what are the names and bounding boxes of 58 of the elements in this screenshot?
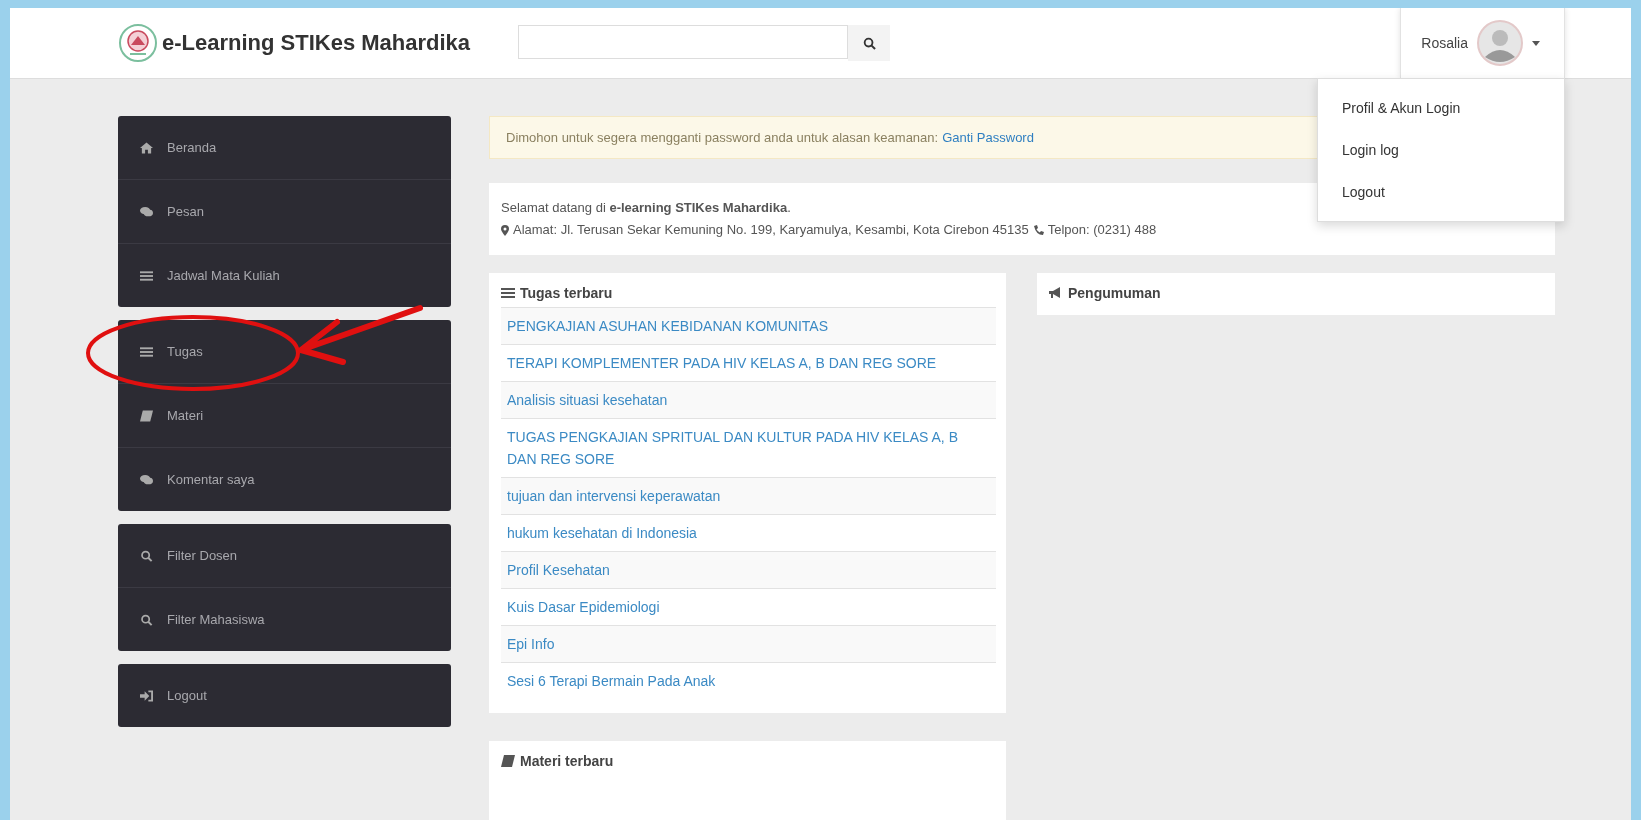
- dropdown-item[interactable]: Login log: [1318, 129, 1564, 171]
- panel-title: Pengumuman: [1068, 285, 1161, 301]
- sidebar-label: Pesan: [167, 204, 204, 219]
- task-link[interactable]: tujuan dan intervensi keperawatan: [501, 477, 996, 514]
- welcome-text: Selamat datang di e-learning STIKes Mahardika.: [501, 199, 792, 217]
- sidebar-label: Filter Mahasiswa: [167, 612, 265, 627]
- list-icon: [140, 345, 153, 358]
- task-link[interactable]: Epi Info: [501, 625, 996, 662]
- sidebar-item[interactable]: Filter Dosen: [118, 524, 451, 588]
- user-name: Rosalia: [1421, 35, 1468, 51]
- dropdown-item[interactable]: Logout: [1318, 171, 1564, 213]
- comments-icon: [140, 473, 153, 486]
- sidebar-item[interactable]: Komentar saya: [118, 448, 451, 511]
- user-menu-button[interactable]: Rosalia: [1400, 8, 1565, 78]
- panel-title: Materi terbaru: [520, 753, 614, 769]
- sidebar-item[interactable]: Tugas: [118, 320, 451, 384]
- list-icon: [501, 287, 515, 299]
- sidebar-label: Komentar saya: [167, 472, 255, 487]
- dropdown-item[interactable]: Profil & Akun Login: [1318, 87, 1564, 129]
- search-button[interactable]: [848, 25, 891, 61]
- sidebar-item[interactable]: Filter Mahasiswa: [118, 588, 451, 651]
- logo-icon: [118, 23, 158, 63]
- alert-text: Dimohon untuk segera mengganti password anda untuk alasan keamanan:: [506, 130, 939, 145]
- sidebar-label: Tugas: [167, 344, 203, 359]
- sidebar-item[interactable]: Beranda: [118, 116, 451, 180]
- sidebar-item[interactable]: Jadwal Mata Kuliah: [118, 244, 451, 307]
- panel-title: Tugas terbaru: [520, 285, 613, 301]
- task-link[interactable]: Sesi 6 Terapi Bermain Pada Anak: [501, 662, 996, 699]
- task-link[interactable]: Analisis situasi kesehatan: [501, 381, 996, 418]
- sidebar-item[interactable]: Materi: [118, 384, 451, 448]
- home-icon: [140, 141, 153, 154]
- search-field[interactable]: [518, 25, 849, 59]
- comments-icon: [140, 205, 153, 218]
- sidebar-item[interactable]: Pesan: [118, 180, 451, 244]
- list-icon: [140, 269, 153, 282]
- sign-in-icon: [140, 689, 153, 702]
- map-marker-icon: [501, 224, 509, 236]
- bullhorn-icon: [1049, 287, 1063, 299]
- book-icon: [140, 409, 153, 422]
- sidebar-label: Jadwal Mata Kuliah: [167, 268, 280, 283]
- avatar-icon: [1476, 19, 1524, 67]
- task-link[interactable]: PENGKAJIAN ASUHAN KEBIDANAN KOMUNITAS: [501, 307, 996, 344]
- site-title[interactable]: e-Learning STIKes Mahardika: [162, 30, 471, 56]
- change-password-link[interactable]: Ganti Password: [942, 130, 1034, 145]
- sidebar-item[interactable]: Logout: [118, 664, 451, 727]
- sidebar-label: Materi: [167, 408, 204, 423]
- sidebar-label: Filter Dosen: [167, 548, 238, 563]
- search-icon: [140, 613, 153, 626]
- sidebar-label: Logout: [167, 688, 207, 703]
- book-icon: [501, 755, 515, 767]
- phone-text: Telpon: (0231) 488: [1047, 221, 1157, 239]
- caret-icon: [1532, 40, 1540, 46]
- task-link[interactable]: Profil Kesehatan: [501, 551, 996, 588]
- address-text: Alamat: Jl. Terusan Sekar Kemuning No. 199, Karyamulya, Kesambi, Kota Cirebon 45135: [513, 221, 1029, 239]
- phone-icon: [1032, 224, 1044, 236]
- sidebar-label: Beranda: [167, 140, 217, 155]
- search-icon: [862, 36, 876, 50]
- search-icon: [140, 549, 153, 562]
